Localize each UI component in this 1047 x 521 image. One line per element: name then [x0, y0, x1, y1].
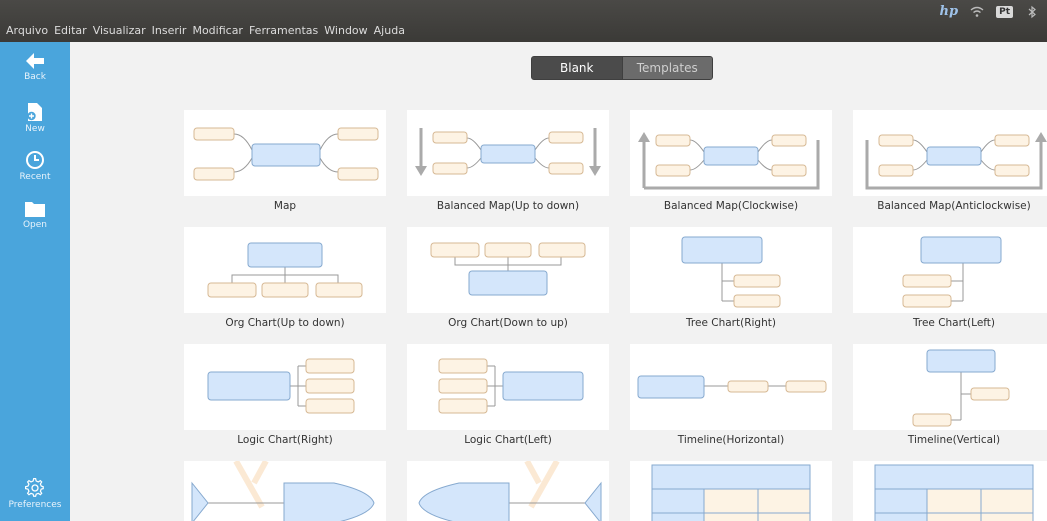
map-diagram	[193, 127, 379, 181]
template-timeline-vertical[interactable]: Timeline(Vertical)	[853, 344, 1047, 446]
sidebar-preferences[interactable]: Preferences	[0, 478, 70, 510]
sidebar: Back New Recent Open Preferences	[0, 42, 70, 521]
template-thumbnail	[407, 110, 609, 196]
fishbone-right-diagram	[191, 461, 375, 521]
menu-ferramentas[interactable]: Ferramentas	[249, 24, 318, 37]
balanced-map-clockwise-diagram	[638, 132, 820, 190]
template-thumbnail	[630, 344, 832, 430]
template-thumbnail	[407, 461, 609, 521]
template-timeline-horizontal[interactable]: Timeline(Horizontal)	[630, 344, 832, 446]
tab-blank[interactable]: Blank	[532, 57, 622, 79]
template-label: Tree Chart(Right)	[686, 317, 776, 329]
template-label: Tree Chart(Left)	[912, 317, 996, 329]
sidebar-preferences-label: Preferences	[8, 500, 62, 510]
gear-icon	[25, 478, 44, 497]
fishbone-left-diagram	[418, 461, 602, 521]
sidebar-new[interactable]: New	[0, 102, 70, 134]
template-fishbone-left[interactable]	[407, 461, 609, 521]
matrix-diagram	[651, 464, 811, 521]
system-tray: hp Pt	[940, 4, 1039, 19]
template-logic-chart-right[interactable]: Logic Chart(Right)	[184, 344, 386, 446]
sidebar-back[interactable]: Back	[0, 52, 70, 82]
logic-chart-right-diagram	[207, 358, 355, 414]
template-thumbnail	[630, 461, 832, 521]
logic-chart-left-diagram	[438, 358, 584, 414]
template-label: Org Chart(Up to down)	[225, 317, 345, 329]
menu-bar: Arquivo Editar Visualizar Inserir Modifi…	[6, 24, 405, 37]
sidebar-recent-label: Recent	[19, 172, 51, 182]
template-balanced-map-up-down[interactable]: Balanced Map(Up to down)	[407, 110, 609, 212]
template-thumbnail	[184, 110, 386, 196]
tree-chart-left-diagram	[902, 236, 1002, 308]
matrix-diagram	[874, 464, 1034, 521]
balanced-map-anticlockwise-diagram	[865, 132, 1047, 190]
template-label: Logic Chart(Left)	[464, 434, 552, 446]
bluetooth-icon[interactable]	[1025, 5, 1039, 19]
template-thumbnail	[853, 344, 1047, 430]
org-chart-down-up-diagram	[430, 242, 586, 296]
menu-visualizar[interactable]: Visualizar	[93, 24, 146, 37]
blank-templates-switch: Blank Templates	[531, 56, 713, 80]
template-label: Balanced Map(Anticlockwise)	[877, 200, 1031, 212]
folder-icon	[25, 202, 45, 217]
template-tree-chart-left[interactable]: Tree Chart(Left)	[853, 227, 1047, 329]
template-fishbone-right[interactable]	[184, 461, 386, 521]
template-matrix-2[interactable]	[853, 461, 1047, 521]
timeline-vertical-diagram	[912, 349, 1010, 427]
menu-arquivo[interactable]: Arquivo	[6, 24, 48, 37]
top-bar: Arquivo Editar Visualizar Inserir Modifi…	[0, 0, 1047, 42]
template-matrix-1[interactable]	[630, 461, 832, 521]
sidebar-open[interactable]: Open	[0, 200, 70, 230]
template-thumbnail	[630, 227, 832, 313]
timeline-horizontal-diagram	[637, 375, 827, 399]
new-file-icon	[27, 103, 42, 121]
hp-logo: hp	[939, 4, 959, 19]
menu-editar[interactable]: Editar	[54, 24, 87, 37]
template-thumbnail	[184, 227, 386, 313]
template-balanced-map-clockwise[interactable]: Balanced Map(Clockwise)	[630, 110, 832, 212]
template-label: Balanced Map(Clockwise)	[663, 200, 799, 212]
template-map[interactable]: Map	[184, 110, 386, 212]
template-org-chart-up-down[interactable]: Org Chart(Up to down)	[184, 227, 386, 329]
template-label: Timeline(Horizontal)	[677, 434, 785, 446]
template-label: Logic Chart(Right)	[237, 434, 333, 446]
template-logic-chart-left[interactable]: Logic Chart(Left)	[407, 344, 609, 446]
template-tree-chart-right[interactable]: Tree Chart(Right)	[630, 227, 832, 329]
tab-templates[interactable]: Templates	[621, 57, 712, 79]
menu-inserir[interactable]: Inserir	[152, 24, 187, 37]
template-label: Timeline(Vertical)	[907, 434, 1001, 446]
template-label: Map	[273, 200, 297, 212]
template-thumbnail	[853, 227, 1047, 313]
template-balanced-map-anticlockwise[interactable]: Balanced Map(Anticlockwise)	[853, 110, 1047, 212]
template-thumbnail	[853, 110, 1047, 196]
template-thumbnail	[630, 110, 832, 196]
template-thumbnail	[184, 461, 386, 521]
org-chart-up-down-diagram	[207, 242, 363, 298]
template-thumbnail	[407, 344, 609, 430]
template-thumbnail	[853, 461, 1047, 521]
wifi-icon[interactable]	[970, 5, 984, 19]
template-thumbnail	[407, 227, 609, 313]
sidebar-back-label: Back	[24, 72, 46, 82]
balanced-map-up-down-diagram	[415, 128, 601, 176]
sidebar-new-label: New	[25, 124, 45, 134]
sidebar-recent[interactable]: Recent	[0, 150, 70, 182]
template-label: Org Chart(Down to up)	[448, 317, 568, 329]
arrow-left-icon	[26, 53, 44, 69]
menu-modificar[interactable]: Modificar	[192, 24, 243, 37]
menu-ajuda[interactable]: Ajuda	[374, 24, 405, 37]
sidebar-open-label: Open	[22, 220, 48, 230]
template-thumbnail	[184, 344, 386, 430]
tree-chart-right-diagram	[681, 236, 781, 308]
keyboard-layout-badge[interactable]: Pt	[996, 5, 1013, 18]
clock-icon	[26, 151, 44, 169]
template-org-chart-down-up[interactable]: Org Chart(Down to up)	[407, 227, 609, 329]
template-label: Balanced Map(Up to down)	[436, 200, 580, 212]
menu-window[interactable]: Window	[324, 24, 367, 37]
